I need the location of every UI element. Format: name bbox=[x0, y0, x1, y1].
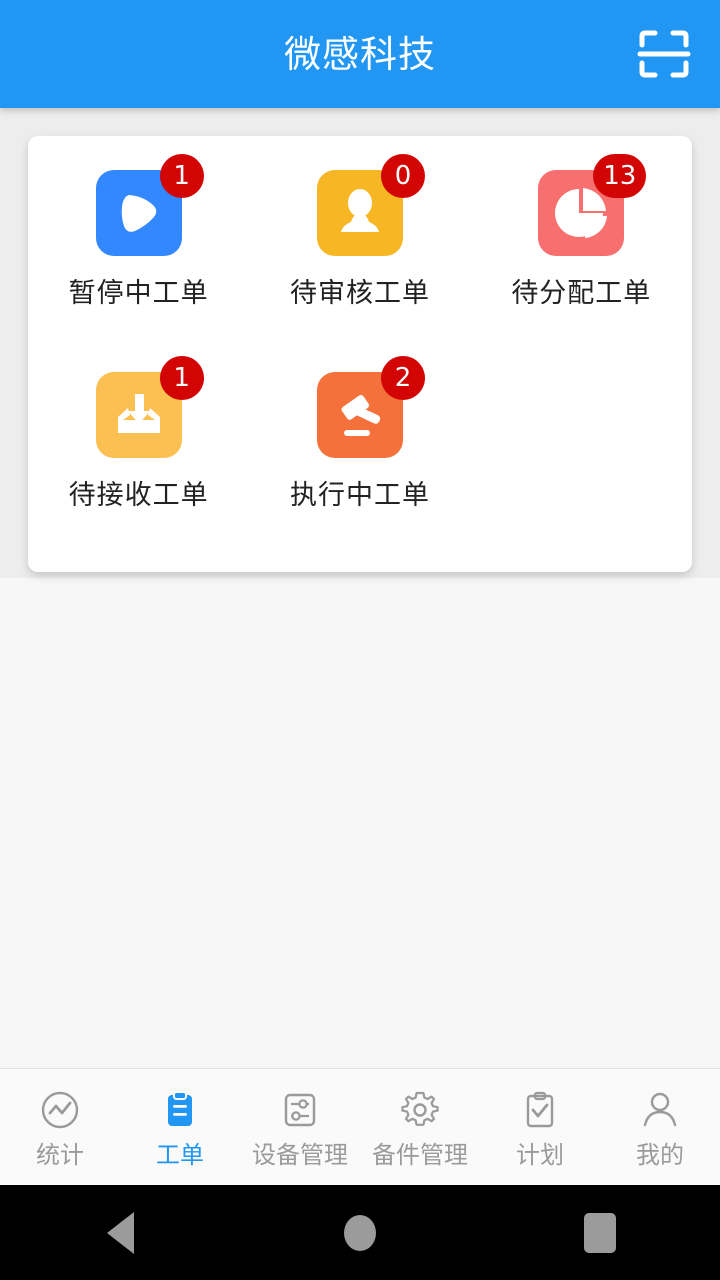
gear-icon bbox=[397, 1087, 443, 1133]
tile-icon-wrap: 13 bbox=[538, 154, 647, 256]
gavel-icon bbox=[341, 394, 381, 436]
system-back-button[interactable] bbox=[0, 1211, 240, 1254]
scan-qr-icon bbox=[637, 30, 691, 78]
tile-label: 待审核工单 bbox=[289, 278, 430, 309]
tile-unassigned-worksheets[interactable]: 13 待分配工单 bbox=[471, 154, 692, 360]
worksheet-grid: 1 暂停中工单 0 待审核工单 13 待分配工单 1 待接收工单 2 执行中工单 bbox=[28, 154, 692, 562]
tab-label: 计划 bbox=[516, 1141, 564, 1169]
tile-paused-worksheets[interactable]: 1 暂停中工单 bbox=[28, 154, 249, 360]
chart-circle-icon bbox=[37, 1087, 83, 1133]
tile-pending-review-worksheets[interactable]: 0 待审核工单 bbox=[249, 154, 470, 360]
system-navigation-bar bbox=[0, 1185, 720, 1280]
recents-square-icon bbox=[584, 1212, 616, 1253]
bottom-tab-bar: 统计 工单 设备管理 备件管理 计划 我的 bbox=[0, 1068, 720, 1185]
system-recents-button[interactable] bbox=[480, 1212, 720, 1253]
app-header: 微感科技 bbox=[0, 0, 720, 108]
status-badge: 13 bbox=[593, 154, 647, 198]
person-outline-icon bbox=[637, 1087, 683, 1133]
tab-spare-parts-management[interactable]: 备件管理 bbox=[360, 1069, 480, 1185]
tile-empty-slot bbox=[471, 360, 692, 562]
page-title: 微感科技 bbox=[284, 32, 436, 76]
tab-equipment-management[interactable]: 设备管理 bbox=[240, 1069, 360, 1185]
tile-pending-receive-worksheets[interactable]: 1 待接收工单 bbox=[28, 356, 249, 562]
tile-in-progress-worksheets[interactable]: 2 执行中工单 bbox=[249, 356, 470, 562]
tab-plan[interactable]: 计划 bbox=[480, 1069, 600, 1185]
tile-icon-wrap: 1 bbox=[95, 356, 204, 458]
tab-label: 我的 bbox=[636, 1141, 684, 1169]
scan-qr-button[interactable] bbox=[632, 22, 696, 86]
tab-worksheets[interactable]: 工单 bbox=[120, 1069, 240, 1185]
tile-label: 待分配工单 bbox=[511, 278, 652, 309]
tab-label: 备件管理 bbox=[372, 1141, 468, 1169]
tab-profile[interactable]: 我的 bbox=[600, 1069, 720, 1185]
worksheet-card: 1 暂停中工单 0 待审核工单 13 待分配工单 1 待接收工单 2 执行中工单 bbox=[28, 136, 692, 572]
tab-label: 工单 bbox=[156, 1141, 204, 1169]
status-badge: 2 bbox=[380, 356, 425, 400]
tab-statistics[interactable]: 统计 bbox=[0, 1069, 120, 1185]
sliders-square-icon bbox=[277, 1087, 323, 1133]
back-triangle-icon bbox=[106, 1211, 134, 1254]
status-badge: 1 bbox=[159, 356, 204, 400]
tile-label: 执行中工单 bbox=[289, 480, 430, 511]
pause-play-icon bbox=[121, 195, 156, 232]
inbox-download-icon bbox=[117, 394, 160, 433]
tab-label: 设备管理 bbox=[252, 1141, 348, 1169]
app-screen: 微感科技 1 暂停中工单 0 待审核工单 13 待分配工单 1 待接收工单 2 … bbox=[0, 0, 720, 1280]
tile-icon-wrap: 0 bbox=[316, 154, 425, 256]
tile-icon-wrap: 1 bbox=[95, 154, 204, 256]
status-badge: 0 bbox=[380, 154, 425, 198]
tile-icon-wrap: 2 bbox=[316, 356, 425, 458]
tile-label: 暂停中工单 bbox=[68, 278, 209, 309]
clipboard-lines-icon bbox=[157, 1087, 203, 1133]
clipboard-check-icon bbox=[517, 1087, 563, 1133]
home-circle-icon bbox=[344, 1214, 376, 1251]
tile-label: 待接收工单 bbox=[68, 480, 209, 511]
tab-label: 统计 bbox=[36, 1141, 84, 1169]
person-review-icon bbox=[340, 189, 379, 232]
system-home-button[interactable] bbox=[240, 1214, 480, 1251]
status-badge: 1 bbox=[159, 154, 204, 198]
